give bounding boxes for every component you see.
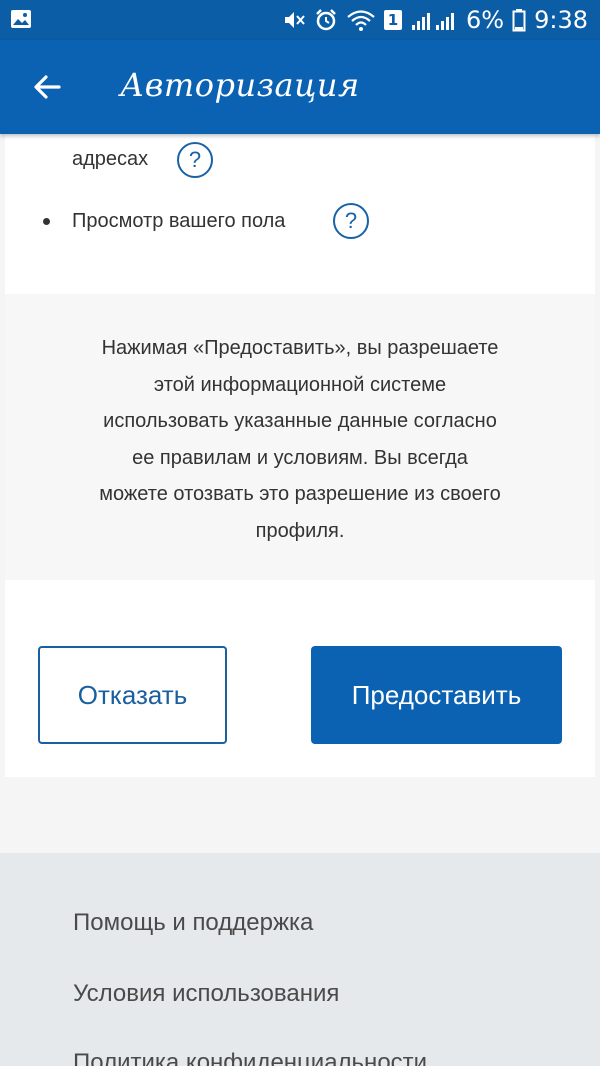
notice-line: ее правилам и условиям. Вы всегда <box>132 446 468 469</box>
consent-card: адресах ? Просмотр вашего пола ? Нажимая… <box>5 134 595 777</box>
arrow-left-icon <box>34 75 61 99</box>
consent-notice: Нажимая «Предоставить», вы разрешаете эт… <box>5 294 595 580</box>
notice-line: профиля. <box>255 519 345 542</box>
wifi-icon <box>347 10 375 31</box>
permission-label: адресах <box>72 148 149 170</box>
bullet <box>43 218 50 225</box>
app-bar: Авторизация <box>0 40 600 134</box>
mute-icon <box>285 12 305 28</box>
alarm-icon <box>316 9 336 31</box>
footer-link-terms[interactable]: Условия использования <box>73 980 339 1008</box>
help-button[interactable]: ? <box>177 142 213 178</box>
notice-line: можете отозвать это разрешение из своего <box>99 483 501 505</box>
footer: Помощь и поддержка Условия использования… <box>0 853 600 1066</box>
notice-line: Нажимая «Предоставить», вы разрешаете <box>101 337 499 359</box>
help-button[interactable]: ? <box>333 203 369 239</box>
grant-button[interactable]: Предоставить <box>311 646 562 744</box>
permission-item: адресах ? <box>5 138 595 178</box>
consent-notice-text: Нажимая «Предоставить», вы разрешаете эт… <box>65 330 535 549</box>
signal-icon <box>412 13 455 30</box>
screen: 1 6% 9:38 Авторизация адресах ? Просмотр… <box>0 0 600 1066</box>
battery-percent: 6% <box>466 6 505 34</box>
notice-line: использовать указанные данные согласно <box>103 410 497 432</box>
page-title: Авторизация <box>120 66 360 104</box>
back-button[interactable] <box>22 62 72 112</box>
sim-badge: 1 <box>384 10 403 30</box>
status-icons: 1 6% 9:38 <box>282 0 588 40</box>
clock: 9:38 <box>534 6 588 34</box>
footer-link-help[interactable]: Помощь и поддержка <box>73 909 313 937</box>
decline-button[interactable]: Отказать <box>38 646 227 744</box>
permission-item: Просмотр вашего пола ? <box>5 202 595 246</box>
battery-icon <box>512 9 526 32</box>
gallery-icon <box>11 10 31 28</box>
footer-link-privacy[interactable]: Политика конфиденциальности <box>73 1049 427 1066</box>
status-bar: 1 6% 9:38 <box>0 0 600 40</box>
notice-line: этой информационной системе <box>153 373 447 396</box>
permission-label: Просмотр вашего пола <box>72 210 286 232</box>
